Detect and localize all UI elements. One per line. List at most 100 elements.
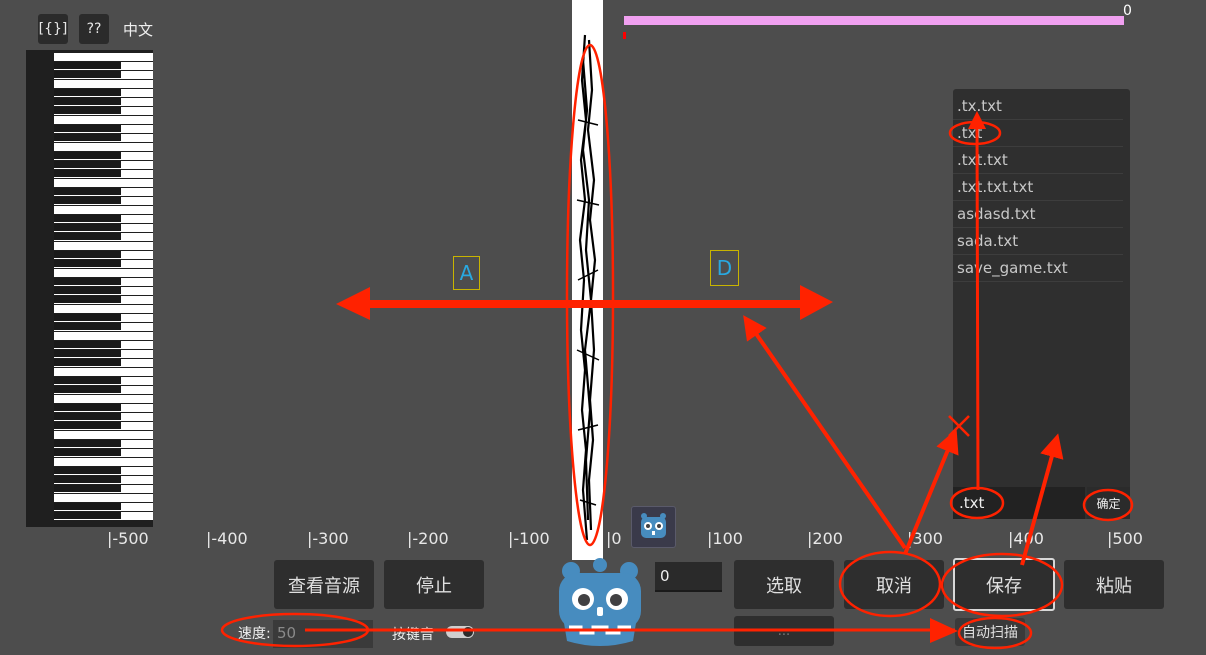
piano-white-key[interactable] [54,395,153,403]
piano-black-key[interactable] [54,377,121,384]
piano-black-key[interactable] [54,296,121,303]
key-sound-toggle[interactable] [446,626,474,638]
piano-white-key[interactable] [54,431,153,439]
save-button[interactable]: 保存 [953,558,1055,611]
file-list-item[interactable]: .txt.txt [953,147,1123,174]
piano-black-key[interactable] [54,314,121,321]
ruler-tick: |400 [1008,529,1044,548]
hidden-button[interactable]: ... [734,616,834,646]
auto-scan-button[interactable]: 自动扫描 [955,618,1025,646]
piano-black-key[interactable] [54,359,121,366]
piano-black-key[interactable] [54,134,121,141]
ruler-tick: |0 [606,529,622,548]
file-list-item[interactable]: .txt.txt.txt [953,174,1123,201]
piano-black-key[interactable] [54,512,121,519]
ruler-tick: |-500 [107,529,149,548]
piano-black-key[interactable] [54,152,121,159]
ruler-tick: |-300 [307,529,349,548]
file-list-item[interactable]: save_game.txt [953,255,1123,282]
ruler-tick: |-400 [206,529,248,548]
piano-black-key[interactable] [54,260,121,267]
piano-white-key[interactable] [54,179,153,187]
piano-black-key[interactable] [54,404,121,411]
file-list-item[interactable]: .txt [953,120,1123,147]
piano-black-key[interactable] [54,233,121,240]
key-sound-label: 按键音 [392,627,434,643]
piano-black-key[interactable] [54,188,121,195]
piano-black-key[interactable] [54,503,121,510]
toggle-knob [462,626,474,638]
view-source-button[interactable]: 查看音源 [274,560,374,609]
piano-black-key[interactable] [54,341,121,348]
piano-white-key[interactable] [54,332,153,340]
playhead-marker [623,32,626,39]
piano-white-key[interactable] [54,368,153,376]
ruler-tick: |-200 [407,529,449,548]
marker-d-label: D [716,256,733,280]
piano-white-key[interactable] [54,458,153,466]
select-button[interactable]: 选取 [734,560,834,609]
piano-black-key[interactable] [54,386,121,393]
godot-logo-icon [641,513,666,538]
ruler-tick: |-100 [508,529,550,548]
filename-input[interactable]: .txt [953,487,1085,519]
piano-black-key[interactable] [54,467,121,474]
piano-black-key[interactable] [54,125,121,132]
piano-black-key[interactable] [54,224,121,231]
number-input[interactable]: 0 [655,562,722,592]
piano-white-key[interactable] [54,269,153,277]
piano-white-key[interactable] [54,494,153,502]
file-list[interactable]: .tx.txt .txt .txt.txt .txt.txt.txt asdasd.tx… [953,93,1123,282]
cancel-button[interactable]: 取消 [844,560,944,609]
piano-black-key[interactable] [54,215,121,222]
json-button[interactable]: [{}] [38,14,68,44]
piano-white-key[interactable] [54,143,153,151]
number-value: 0 [660,567,670,585]
piano-black-key[interactable] [54,170,121,177]
confirm-button[interactable]: 确定 [1087,487,1130,519]
piano-black-key[interactable] [54,98,121,105]
godot-logo-icon [559,558,641,646]
waveform [576,34,600,541]
piano-black-key[interactable] [54,323,121,330]
piano-black-key[interactable] [54,485,121,492]
piano-black-key[interactable] [54,161,121,168]
piano-white-key[interactable] [54,80,153,88]
piano-white-key[interactable] [54,116,153,124]
file-list-item[interactable]: sada.txt [953,228,1123,255]
piano-black-key[interactable] [54,449,121,456]
language-toggle[interactable]: 中文 [123,19,153,40]
speed-value: 50 [277,624,297,642]
ruler-tick: |500 [1107,529,1143,548]
piano-white-key[interactable] [54,53,153,61]
piano-black-key[interactable] [54,287,121,294]
help-button[interactable]: ?? [79,14,109,44]
marker-a-label: A [459,261,474,285]
stop-button[interactable]: 停止 [384,560,484,609]
piano-keyboard[interactable] [26,50,153,527]
speed-input[interactable]: 50 [273,620,373,648]
piano-black-key[interactable] [54,107,121,114]
piano-black-key[interactable] [54,197,121,204]
piano-black-key[interactable] [54,71,121,78]
file-dialog: .tx.txt .txt .txt.txt .txt.txt.txt asdasd.tx… [953,89,1130,519]
progress-fill [624,16,1124,25]
piano-black-key[interactable] [54,350,121,357]
piano-black-key[interactable] [54,422,121,429]
piano-white-key[interactable] [54,242,153,250]
piano-white-key[interactable] [54,305,153,313]
piano-black-key[interactable] [54,413,121,420]
piano-white-key[interactable] [54,206,153,214]
file-list-item[interactable]: asdasd.txt [953,201,1123,228]
piano-black-key[interactable] [54,440,121,447]
piano-black-key[interactable] [54,62,121,69]
piano-black-key[interactable] [54,89,121,96]
godot-icon-button[interactable] [631,506,676,548]
progress-bar [624,16,1124,25]
file-list-item[interactable]: .tx.txt [953,93,1123,120]
paste-button[interactable]: 粘贴 [1064,560,1164,609]
piano-black-key[interactable] [54,278,121,285]
ruler-tick: |200 [807,529,843,548]
piano-black-key[interactable] [54,251,121,258]
piano-black-key[interactable] [54,476,121,483]
